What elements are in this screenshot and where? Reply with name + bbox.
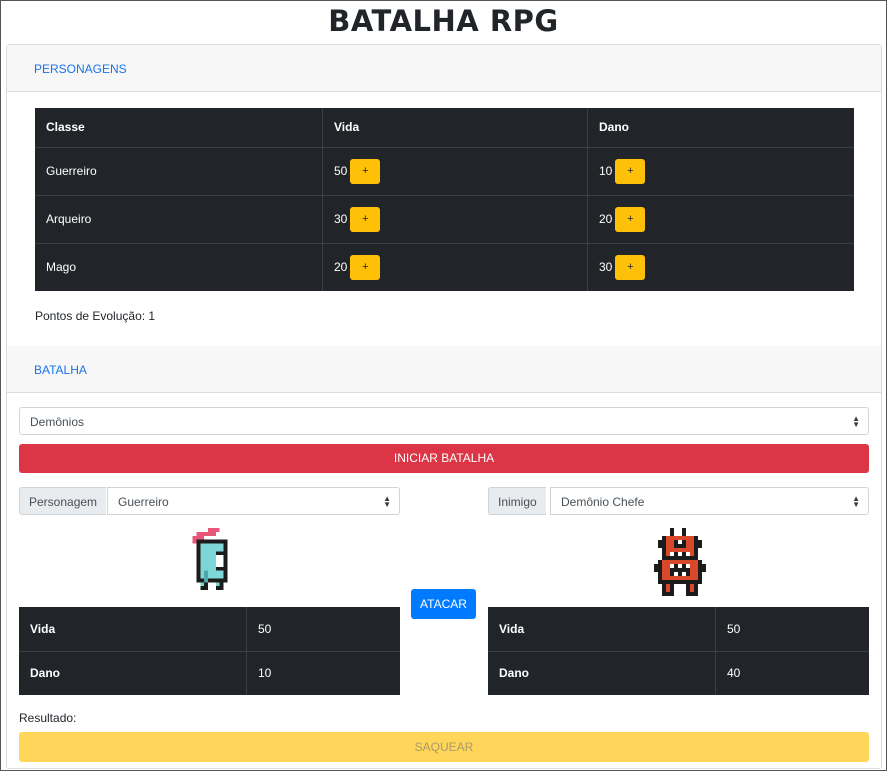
stat-label: Vida bbox=[30, 621, 56, 636]
enemy-select-prefix: Inimigo bbox=[488, 487, 546, 515]
enemy-select-group: Inimigo Demônio Chefe ▲ ▼ bbox=[488, 487, 869, 515]
table-row: Arqueiro 30 + 20 + bbox=[35, 194, 854, 243]
dano-cell: 20 + bbox=[587, 194, 854, 243]
add-dano-button[interactable]: + bbox=[615, 254, 646, 280]
stat-value: 50 bbox=[246, 607, 400, 651]
table-row: Dano 40 bbox=[488, 650, 869, 695]
column-header-dano: Dano bbox=[587, 108, 854, 147]
table-row: Vida 50 bbox=[19, 607, 400, 651]
personagens-table: Classe Vida Dano Guerreiro 50 + 10 + Arque… bbox=[35, 108, 854, 291]
vida-value: 50 bbox=[334, 164, 348, 178]
pontos-evolucao: Pontos de Evolução: 1 bbox=[35, 309, 156, 323]
table-header-row: Classe Vida Dano bbox=[35, 108, 854, 147]
result-label: Resultado: bbox=[19, 711, 77, 725]
up-down-chevron-icon: ▲ ▼ bbox=[852, 414, 860, 429]
player-stats-table: Vida 50 Dano 10 bbox=[19, 607, 400, 695]
loot-button[interactable]: SAQUEAR bbox=[19, 732, 869, 762]
attack-button[interactable]: ATACAR bbox=[411, 589, 476, 619]
add-dano-button[interactable]: + bbox=[615, 158, 646, 184]
classe-cell: Guerreiro bbox=[35, 146, 323, 195]
column-header-classe: Classe bbox=[46, 120, 85, 135]
table-row: Mago 20 + 30 + bbox=[35, 242, 854, 291]
enemy-stats-table: Vida 50 Dano 40 bbox=[488, 607, 869, 695]
player-select[interactable]: Guerreiro ▲ ▼ bbox=[107, 487, 400, 515]
dano-value: 20 bbox=[599, 212, 613, 226]
add-vida-button[interactable]: + bbox=[350, 206, 381, 232]
dano-value: 30 bbox=[599, 260, 613, 275]
classe-cell: Mago bbox=[35, 242, 323, 291]
knight-sprite-icon bbox=[192, 528, 228, 591]
player-select-value: Guerreiro bbox=[118, 495, 169, 509]
personagens-header: PERSONAGENS bbox=[7, 45, 881, 92]
stat-label: Vida bbox=[499, 621, 525, 636]
vida-value: 20 bbox=[334, 260, 348, 275]
stat-value: 10 bbox=[246, 650, 400, 695]
batalha-header-label: BATALHA bbox=[34, 363, 87, 377]
page-title: BATALHA RPG bbox=[328, 4, 559, 38]
personagens-header-label: PERSONAGENS bbox=[34, 62, 127, 76]
start-battle-button[interactable]: INICIAR BATALHA bbox=[19, 444, 869, 473]
stat-label: Dano bbox=[488, 650, 716, 695]
dano-cell: 10 + bbox=[587, 146, 854, 195]
stat-label: Dano bbox=[19, 650, 247, 695]
vida-cell: 50 + bbox=[322, 146, 588, 195]
up-down-chevron-icon: ▲ ▼ bbox=[852, 494, 860, 509]
enemy-select[interactable]: Demônio Chefe ▲ ▼ bbox=[550, 487, 869, 515]
column-header-vida: Vida bbox=[322, 108, 588, 147]
table-row: Vida 50 bbox=[488, 607, 869, 651]
up-down-chevron-icon: ▲ ▼ bbox=[383, 494, 391, 509]
personagens-card: PERSONAGENS Classe Vida Dano Guerreiro 5… bbox=[6, 44, 882, 348]
demon-sprite-icon bbox=[654, 528, 706, 596]
player-select-prefix: Personagem bbox=[19, 487, 107, 515]
player-select-group: Personagem Guerreiro ▲ ▼ bbox=[19, 487, 400, 515]
table-row: Dano 10 bbox=[19, 650, 400, 695]
dano-cell: 30 + bbox=[587, 242, 854, 291]
add-vida-button[interactable]: + bbox=[350, 254, 381, 280]
add-dano-button[interactable]: + bbox=[615, 206, 646, 232]
batalha-header: BATALHA bbox=[7, 346, 881, 393]
dano-value: 10 bbox=[599, 164, 613, 178]
classe-cell: Arqueiro bbox=[35, 194, 323, 243]
add-vida-button[interactable]: + bbox=[350, 158, 381, 184]
battle-mode-value: Demônios bbox=[30, 415, 85, 429]
table-row: Guerreiro 50 + 10 + bbox=[35, 146, 854, 195]
battle-mode-select[interactable]: Demônios ▲ ▼ bbox=[19, 407, 869, 435]
stat-value: 50 bbox=[715, 607, 869, 651]
vida-cell: 30 + bbox=[322, 194, 588, 243]
stat-value: 40 bbox=[715, 650, 869, 695]
vida-cell: 20 + bbox=[322, 242, 588, 291]
vida-value: 30 bbox=[334, 212, 348, 226]
enemy-select-value: Demônio Chefe bbox=[561, 495, 645, 509]
